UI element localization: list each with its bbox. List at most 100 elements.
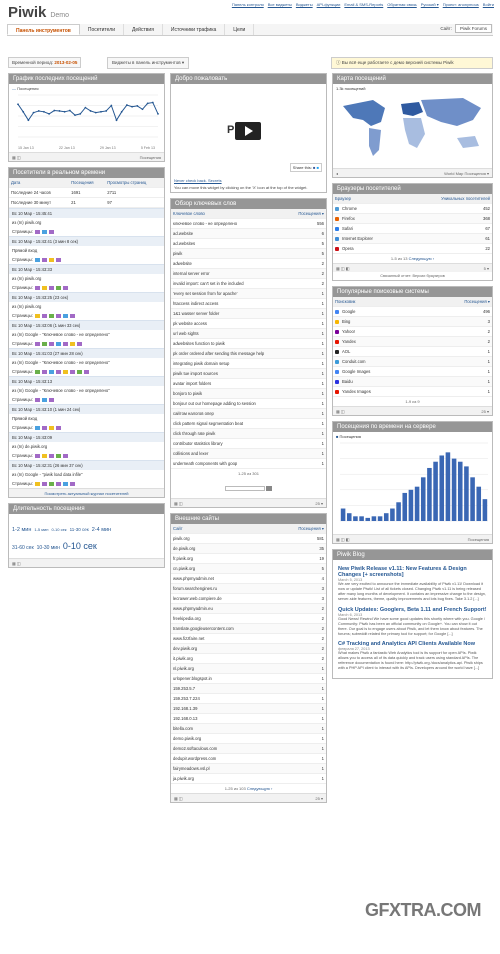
table-row[interactable]: demo.piwik.org 1 [171,733,326,745]
visit-referrer[interactable]: из (In) de.piwik.org [9,442,164,451]
table-row[interactable]: 192.168.1.39 1 [171,703,326,715]
table-row[interactable]: integrating piwik domain setup 1 [171,358,326,370]
visit-referrer[interactable]: из (In) Google - "piwik load data infile… [9,470,164,479]
keywords-search-input[interactable] [225,486,265,492]
table-row[interactable]: dedupir.wordpress.com 1 [171,753,326,765]
table-row[interactable]: pk website access 1 [171,318,326,330]
top-link[interactable]: API-функции [317,2,341,7]
page-icon[interactable] [48,229,54,234]
table-icon[interactable]: ▦ ◫ [174,501,183,506]
table-row[interactable]: fairymeadows.vsl.pl 1 [171,763,326,775]
page-icon[interactable] [48,285,54,290]
data-point[interactable] [125,104,128,106]
bar[interactable] [371,516,377,521]
top-link[interactable]: Проект: anonymous [443,2,479,7]
page-icon[interactable] [69,481,75,486]
page-icon[interactable] [62,453,68,458]
page-icon[interactable] [34,453,40,458]
table-row[interactable]: de.piwik.org 35 [171,543,326,555]
table-row[interactable]: urlopener.blogspot.in 1 [171,673,326,685]
data-point[interactable] [43,110,45,113]
visit-referrer[interactable]: Прямой вход [9,246,164,255]
table-row[interactable]: ad.website 6 [171,228,326,240]
realtime-log-link[interactable]: Посмотреть актуальный журнал посетителей [44,491,128,496]
bar[interactable] [439,455,445,521]
table-row[interactable]: underneath components with goop 1 [171,458,326,470]
tab[interactable]: Действия [124,24,163,35]
data-point[interactable] [84,106,87,109]
table-row[interactable]: Yandex 2 [333,336,492,347]
table-row[interactable]: Firefox 368 [333,213,492,224]
page-icon[interactable] [62,369,68,374]
table-row[interactable]: avatar import folders 1 [171,378,326,390]
data-point[interactable] [68,109,71,112]
table-row[interactable]: Conduit.com 1 [333,356,492,367]
page-icon[interactable] [55,425,61,430]
table-row[interactable]: bonjour out our homepage adding to sessi… [171,398,326,410]
page-icon[interactable] [41,257,47,262]
visit-referrer[interactable]: из (In) Google - "Ключевое слово - не оп… [9,386,164,395]
page-icon[interactable] [48,425,54,430]
page-icon[interactable] [34,229,40,234]
page-icon[interactable] [34,341,40,346]
bar[interactable] [353,516,358,521]
table-row[interactable]: Google Images 1 [333,366,492,377]
add-widget-button[interactable]: Виджеты в панель инструментов ▾ [107,57,190,69]
page-icon[interactable] [34,257,40,262]
bar[interactable] [346,513,352,521]
site-selector[interactable]: Сайт: Piwik Forums [440,24,492,33]
table-row[interactable]: lecrawer.web.compiere.de 3 [171,593,326,605]
table-row[interactable]: it.piwik.org 2 [171,653,326,665]
next-page-link[interactable]: Следующую › [247,786,272,791]
table-row[interactable]: 'every set session from for apache' 1 [171,288,326,300]
next-page-link[interactable]: Следующую › [409,256,434,261]
table-row[interactable]: demo2.softaculous.com 1 [171,743,326,755]
data-point[interactable] [146,102,149,105]
page-icon[interactable] [48,481,54,486]
related-report[interactable]: Связанный отчет: Версии браузеров [333,272,492,280]
data-point[interactable] [53,109,56,112]
limit-select[interactable]: 25 ▾ [315,796,323,801]
table-row[interactable]: invalid import: can't set in the include… [171,278,326,290]
map-back-icon[interactable]: ◂ [336,171,338,176]
bar[interactable] [383,513,389,521]
table-row[interactable]: fr.piwik.org 19 [171,553,326,565]
table-row[interactable]: www.phpmyadmin.net 4 [171,573,326,585]
table-row[interactable]: Chrome 452 [333,203,492,214]
table-row[interactable]: Opera 22 [333,243,492,254]
page-icon[interactable] [34,397,40,402]
limit-select[interactable]: 25 ▾ [481,409,489,414]
table-row[interactable]: adwebsites function to piwik 1 [171,338,326,350]
page-icon[interactable] [34,481,40,486]
visit-referrer[interactable]: из (In) piwik.org [9,218,164,227]
table-row[interactable]: translate.googleusercontent.com 2 [171,623,326,635]
bar[interactable] [396,502,401,521]
table-row[interactable]: ad.websites 5 [171,238,326,250]
table-row[interactable]: internal server error 2 [171,268,326,280]
visit-referrer[interactable]: из (In) Google - "Ключевое слово - не оп… [9,330,164,339]
page-icon[interactable] [55,453,61,458]
tab[interactable]: Источники трафика [163,24,226,35]
bar[interactable] [445,452,451,521]
bar[interactable] [464,466,469,521]
table-row[interactable]: piwik tue import sources 1 [171,368,326,380]
table-row[interactable]: contributor statistics library 1 [171,438,326,450]
data-point[interactable] [105,110,108,112]
bar[interactable] [470,477,475,521]
page-icon[interactable] [41,285,47,290]
table-row[interactable]: bitella.com 1 [171,723,326,735]
table-row[interactable]: Bing 3 [333,316,492,327]
metric-select[interactable]: Посещения [140,155,161,160]
page-icon[interactable] [34,425,40,430]
table-row[interactable]: www.phpmyadmin.eu 2 [171,603,326,615]
page-icon[interactable] [48,341,54,346]
top-link[interactable]: Обратная связь [387,2,416,7]
table-row[interactable]: collisions and lexer 1 [171,448,326,460]
limit-select[interactable]: 5 ▾ [484,266,489,271]
page-icon[interactable] [41,313,47,318]
data-point[interactable] [141,108,144,111]
search-icon[interactable] [266,486,272,492]
page-icon[interactable] [62,481,68,486]
page-icon[interactable] [48,257,54,262]
bar[interactable] [340,508,346,521]
